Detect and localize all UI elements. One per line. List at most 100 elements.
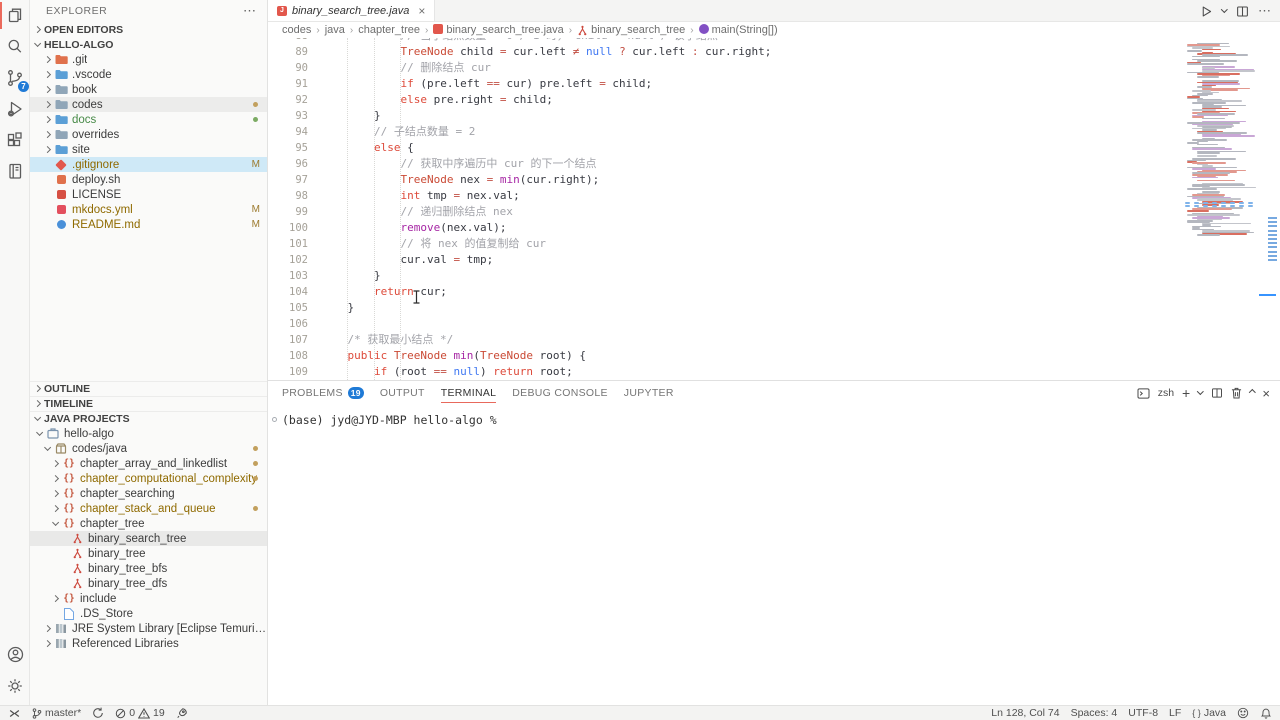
shell-label[interactable]: zsh (1158, 387, 1174, 399)
feedback-smiley-icon[interactable] (1237, 707, 1249, 719)
terminal[interactable]: (base) jyd@JYD-MBP hello-algo % (268, 405, 1280, 427)
explorer-item-docs[interactable]: docs (30, 112, 267, 127)
activity-search-button[interactable] (0, 31, 30, 62)
close-icon[interactable]: × (418, 4, 425, 18)
open-editors-section[interactable]: OPEN EDITORS (30, 22, 267, 37)
new-terminal-button[interactable]: + (1182, 388, 1190, 398)
code-line-90[interactable]: 90 // 删除结点 cur (268, 60, 1185, 76)
java-project-item-binary-tree-dfs[interactable]: binary_tree_dfs (30, 576, 267, 591)
panel-tab-output[interactable]: OUTPUT (380, 381, 425, 405)
code-line-108[interactable]: 108 public TreeNode min(TreeNode root) { (268, 348, 1185, 364)
explorer-item-deploy-sh[interactable]: deploy.sh (30, 172, 267, 187)
kill-terminal-icon[interactable] (1231, 387, 1242, 399)
git-branch-status[interactable]: master* (32, 707, 81, 720)
timeline-section[interactable]: TIMELINE (30, 396, 267, 411)
notifications-bell-icon[interactable] (1260, 707, 1272, 719)
java-project-item-include[interactable]: {} include (30, 591, 267, 606)
java-project-item-binary-tree[interactable]: binary_tree (30, 546, 267, 561)
indentation-status[interactable]: Spaces: 4 (1071, 707, 1118, 719)
java-project-item-chapter-array-and-linkedlist[interactable]: {} chapter_array_and_linkedlist (30, 456, 267, 471)
code-line-105[interactable]: 105 } (268, 300, 1185, 316)
breadcrumb-item-binary-search-tree-java[interactable]: binary_search_tree.java (433, 24, 563, 37)
root-folder-section[interactable]: HELLO-ALGO (30, 37, 267, 52)
code-line-98[interactable]: 98 int tmp = nex.val; (268, 188, 1185, 204)
split-terminal-icon[interactable] (1211, 387, 1223, 399)
code-line-97[interactable]: 97 TreeNode nex = min(cur.right); (268, 172, 1185, 188)
code-line-102[interactable]: 102 cur.val = tmp; (268, 252, 1185, 268)
run-button[interactable] (1200, 5, 1213, 18)
java-project-item-codes-java[interactable]: codes/java (30, 441, 267, 456)
explorer-item-codes[interactable]: codes (30, 97, 267, 112)
settings-button[interactable] (0, 670, 30, 701)
close-panel-icon[interactable]: × (1262, 386, 1270, 401)
panel-tab-problems[interactable]: PROBLEMS19 (282, 381, 364, 405)
code-line-94[interactable]: 94 // 子结点数量 = 2 (268, 124, 1185, 140)
terminal-dropdown-icon[interactable] (1197, 388, 1203, 394)
split-editor-icon[interactable] (1236, 5, 1249, 18)
java-project-item-binary-search-tree[interactable]: binary_search_tree (30, 531, 267, 546)
encoding-status[interactable]: UTF-8 (1128, 707, 1158, 719)
breadcrumb-item-chapter-tree[interactable]: chapter_tree (358, 24, 420, 36)
java-project-item-jre-system-library-eclipse-temurin-17-17[interactable]: JRE System Library [Eclipse Temurin 17 [… (30, 621, 267, 636)
cursor-position[interactable]: Ln 128, Col 74 (991, 707, 1059, 719)
eol-status[interactable]: LF (1169, 707, 1181, 719)
run-dropdown-icon[interactable] (1221, 6, 1227, 12)
explorer-item-site[interactable]: site (30, 142, 267, 157)
code-line-101[interactable]: 101 // 将 nex 的值复制给 cur (268, 236, 1185, 252)
java-project-item-chapter-searching[interactable]: {} chapter_searching (30, 486, 267, 501)
code-line-103[interactable]: 103 } (268, 268, 1185, 284)
explorer-item-vscode[interactable]: .vscode (30, 67, 267, 82)
code-line-93[interactable]: 93 } (268, 108, 1185, 124)
explorer-item-gitignore[interactable]: .gitignoreM (30, 157, 267, 172)
activity-source-control-button[interactable]: 7 (0, 62, 30, 93)
code-line-95[interactable]: 95 else { (268, 140, 1185, 156)
panel-tab-jupyter[interactable]: JUPYTER (624, 381, 674, 405)
code-line-106[interactable]: 106 (268, 316, 1185, 332)
remote-indicator[interactable] (8, 707, 21, 720)
editor-more-actions-icon[interactable]: ⋯ (1258, 3, 1272, 19)
code-line-99[interactable]: 99 // 递归删除结点 nex (268, 204, 1185, 220)
activity-run-debug-button[interactable] (0, 93, 30, 124)
maximize-panel-icon[interactable] (1250, 387, 1255, 399)
java-project-item-chapter-stack-and-queue[interactable]: {} chapter_stack_and_queue (30, 501, 267, 516)
java-project-item-chapter-tree[interactable]: {} chapter_tree (30, 516, 267, 531)
code-line-96[interactable]: 96 // 获取中序遍历中 cur 的下一个结点 (268, 156, 1185, 172)
explorer-item-git[interactable]: .git (30, 52, 267, 67)
java-project-item-ds-store[interactable]: .DS_Store (30, 606, 267, 621)
code-line-100[interactable]: 100 remove(nex.val); (268, 220, 1185, 236)
explorer-more-actions-icon[interactable]: ⋯ (243, 3, 257, 19)
breadcrumb-item-codes[interactable]: codes (282, 24, 311, 36)
problems-status[interactable]: 0 19 (115, 707, 165, 719)
code-line-89[interactable]: 89 TreeNode child = cur.left ≠ null ? cu… (268, 44, 1185, 60)
activity-notebook-button[interactable] (0, 155, 30, 186)
activity-explorer-button[interactable] (0, 0, 30, 31)
code-line-107[interactable]: 107 /* 获取最小结点 */ (268, 332, 1185, 348)
breadcrumb-item-binary-search-tree[interactable]: binary_search_tree (577, 24, 685, 36)
launch-status-icon[interactable] (176, 707, 188, 719)
code-line-91[interactable]: 91 if (pre.left == cur) pre.left = child… (268, 76, 1185, 92)
breadcrumb-item-java[interactable]: java (325, 24, 345, 36)
code-line-104[interactable]: 104 return cur; (268, 284, 1185, 300)
explorer-item-overrides[interactable]: overrides (30, 127, 267, 142)
java-project-item-binary-tree-bfs[interactable]: binary_tree_bfs (30, 561, 267, 576)
sync-button[interactable] (92, 707, 104, 719)
code-editor[interactable]: 88 // 当子结点数量 = 0 / 1 时， child = null / 该… (268, 38, 1280, 380)
account-button[interactable] (0, 639, 30, 670)
explorer-item-mkdocs-yml[interactable]: mkdocs.ymlM (30, 202, 267, 217)
panel-tab-debug-console[interactable]: DEBUG CONSOLE (512, 381, 608, 405)
java-projects-section[interactable]: JAVA PROJECTS (30, 411, 267, 426)
code-line-92[interactable]: 92 else pre.right = child; (268, 92, 1185, 108)
explorer-item-readme-md[interactable]: README.mdM (30, 217, 267, 232)
language-mode[interactable]: { } Java (1192, 707, 1226, 719)
breadcrumb-item-main-string[interactable]: main(String[]) (699, 24, 778, 37)
java-project-item-hello-algo[interactable]: hello-algo (30, 426, 267, 441)
java-project-item-referenced-libraries[interactable]: Referenced Libraries (30, 636, 267, 651)
java-project-item-chapter-computational-complexity[interactable]: {} chapter_computational_complexity (30, 471, 267, 486)
tab-binary-search-tree[interactable]: J binary_search_tree.java × (268, 0, 435, 21)
panel-tab-terminal[interactable]: TERMINAL (441, 381, 497, 405)
code-line-109[interactable]: 109 if (root == null) return root; (268, 364, 1185, 380)
outline-section[interactable]: OUTLINE (30, 381, 267, 396)
explorer-item-book[interactable]: book (30, 82, 267, 97)
activity-extensions-button[interactable] (0, 124, 30, 155)
explorer-item-license[interactable]: LICENSE (30, 187, 267, 202)
